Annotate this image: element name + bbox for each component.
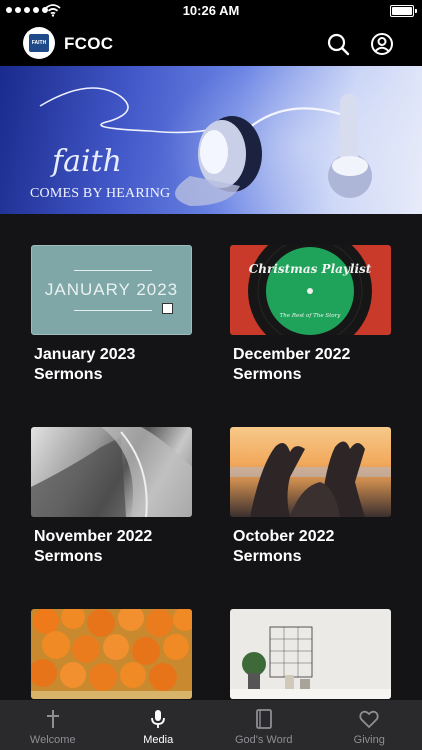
heart-icon bbox=[359, 710, 379, 729]
sermon-card[interactable]: Christmas Playlist The Rest of The Story… bbox=[230, 245, 391, 385]
banner-subtitle: COMES BY HEARING bbox=[30, 186, 171, 201]
tab-label: God's Word bbox=[234, 734, 293, 746]
sermon-card[interactable] bbox=[230, 609, 391, 699]
sermon-card[interactable]: October 2022 Sermons bbox=[230, 427, 391, 567]
thumb-text: Christmas Playlist bbox=[249, 262, 372, 276]
church-logo: FAITH bbox=[23, 27, 55, 59]
status-time: 10:26 AM bbox=[182, 3, 240, 18]
microphone-icon bbox=[151, 710, 166, 728]
hero-banner[interactable]: faith COMES BY HEARING bbox=[0, 66, 422, 214]
pumpkins-image bbox=[31, 609, 192, 699]
card-thumbnail bbox=[230, 427, 391, 517]
card-title: January 2023 Sermons bbox=[34, 346, 136, 383]
book-icon bbox=[255, 709, 272, 729]
tab-welcome[interactable]: Welcome bbox=[0, 700, 106, 750]
status-bar: 10:26 AM bbox=[0, 0, 422, 22]
sermon-grid: JANUARY 2023 January 2023 Sermons Christ… bbox=[0, 214, 422, 700]
thumb-text: JANUARY 2023 bbox=[44, 280, 179, 299]
battery-icon bbox=[390, 5, 417, 17]
architecture-image bbox=[31, 427, 192, 517]
vinyl-record-image: Christmas Playlist The Rest of The Story bbox=[248, 245, 372, 335]
app-title: FCOC bbox=[64, 34, 114, 53]
heart-hands-image bbox=[230, 441, 391, 517]
search-icon[interactable] bbox=[326, 32, 350, 56]
mini-logo-icon bbox=[162, 303, 173, 314]
sermon-card[interactable]: November 2022 Sermons bbox=[31, 427, 192, 567]
card-thumbnail bbox=[230, 609, 391, 699]
tab-media[interactable]: Media bbox=[106, 700, 212, 750]
cross-icon bbox=[46, 710, 59, 728]
card-thumbnail: Christmas Playlist The Rest of The Story bbox=[230, 245, 391, 335]
app-header: FAITH FCOC bbox=[0, 22, 422, 66]
banner-script-word: faith bbox=[52, 144, 122, 179]
card-thumbnail bbox=[31, 427, 192, 517]
tab-giving[interactable]: Giving bbox=[317, 700, 422, 750]
card-thumbnail bbox=[31, 609, 192, 699]
tab-bar: Welcome Media God's Word Giving bbox=[0, 700, 422, 750]
desk-decor-image bbox=[230, 626, 391, 699]
card-title: December 2022 Sermons bbox=[233, 346, 351, 383]
tab-label: Media bbox=[143, 734, 174, 746]
sermon-card[interactable] bbox=[31, 609, 192, 699]
tab-label: Welcome bbox=[29, 734, 76, 746]
tab-label: Giving bbox=[353, 734, 385, 746]
account-icon[interactable] bbox=[370, 32, 394, 56]
thumb-subtext: The Rest of The Story bbox=[280, 313, 342, 319]
card-title: October 2022 Sermons bbox=[233, 528, 335, 565]
card-thumbnail: JANUARY 2023 bbox=[31, 245, 192, 335]
tab-gods-word[interactable]: God's Word bbox=[211, 700, 317, 750]
card-title: November 2022 Sermons bbox=[34, 528, 153, 565]
sermon-card[interactable]: JANUARY 2023 January 2023 Sermons bbox=[31, 245, 192, 385]
